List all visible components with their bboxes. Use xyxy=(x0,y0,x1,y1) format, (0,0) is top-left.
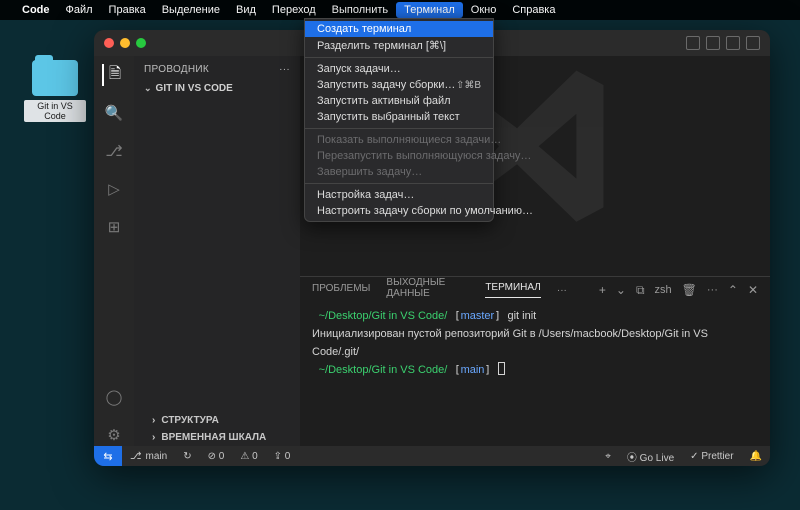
branch-icon: ⎇ xyxy=(130,451,142,462)
sidebar-more-icon[interactable]: ··· xyxy=(279,64,290,75)
sidebar-outline[interactable]: › СТРУКТУРА xyxy=(134,412,300,429)
status-prettier[interactable]: ✓ Prettier xyxy=(682,451,741,462)
tab-output[interactable]: ВЫХОДНЫЕ ДАННЫЕ xyxy=(386,277,469,303)
new-terminal-icon[interactable]: + xyxy=(599,283,606,297)
tab-problems[interactable]: ПРОБЛЕМЫ xyxy=(312,283,370,298)
status-cursor[interactable]: ⌖ xyxy=(597,451,619,462)
menu-terminal[interactable]: Терминал xyxy=(396,2,463,18)
folder-icon xyxy=(32,60,78,96)
sidebar-explorer: ПРОВОДНИК ··· ⌄ GIT IN VS CODE › СТРУКТУ… xyxy=(134,56,300,446)
sidebar-timeline[interactable]: › ВРЕМЕННАЯ ШКАЛА xyxy=(134,429,300,446)
status-bar: ⇆ ⎇ main ↻ ⊘ 0 ⚠ 0 ⇪ 0 ⌖ ⦿ Go Live ✓ Pre… xyxy=(94,446,770,466)
desktop-folder-label: Git in VS Code xyxy=(24,100,86,122)
extensions-icon[interactable]: ⊞ xyxy=(103,216,125,238)
menu-item[interactable]: Настройка задач… xyxy=(305,187,493,203)
menu-file[interactable]: Файл xyxy=(58,2,101,18)
menu-item[interactable]: Разделить терминал [⌘\] xyxy=(305,37,493,54)
menu-item[interactable]: Запуск задачи… xyxy=(305,61,493,77)
new-terminal-dropdown-icon[interactable]: ⌄ xyxy=(616,283,626,297)
menu-selection[interactable]: Выделение xyxy=(154,2,228,18)
close-window-button[interactable] xyxy=(104,38,114,48)
status-ports[interactable]: ⇪ 0 xyxy=(266,451,299,462)
menu-run[interactable]: Выполнить xyxy=(324,2,396,18)
layout-controls xyxy=(686,36,760,50)
menu-item[interactable]: Запустить задачу сборки…⇧⌘B xyxy=(305,77,493,93)
chevron-right-icon: › xyxy=(152,415,155,426)
status-branch[interactable]: ⎇ main xyxy=(122,451,175,462)
menu-view[interactable]: Вид xyxy=(228,2,264,18)
toggle-secondary-icon[interactable] xyxy=(726,36,740,50)
run-debug-icon[interactable]: ▷ xyxy=(103,178,125,200)
close-panel-icon[interactable]: ✕ xyxy=(748,283,758,297)
menu-app[interactable]: Code xyxy=(14,2,58,18)
terminal-menu-dropdown: Создать терминалРазделить терминал [⌘\] З… xyxy=(304,18,494,222)
menu-item[interactable]: Запустить активный файл xyxy=(305,93,493,109)
terminal-content[interactable]: ~/Desktop/Git in VS Code/ [master] git i… xyxy=(300,303,770,446)
terminal-shell-name[interactable]: zsh xyxy=(655,284,672,296)
menu-item[interactable]: Запустить выбранный текст xyxy=(305,109,493,125)
customize-layout-icon[interactable] xyxy=(746,36,760,50)
menu-help[interactable]: Справка xyxy=(504,2,563,18)
desktop-folder[interactable]: Git in VS Code xyxy=(24,60,86,122)
chevron-down-icon: ⌄ xyxy=(144,83,152,94)
zoom-window-button[interactable] xyxy=(136,38,146,48)
menu-item: Показать выполняющиеся задачи… xyxy=(305,132,493,148)
status-sync[interactable]: ↻ xyxy=(175,451,199,462)
toggle-sidebar-icon[interactable] xyxy=(686,36,700,50)
search-icon[interactable]: 🔍 xyxy=(103,102,125,124)
toggle-panel-icon[interactable] xyxy=(706,36,720,50)
accounts-icon[interactable]: ◯ xyxy=(103,386,125,408)
activity-bar: 🗎 🔍 ⎇ ▷ ⊞ ◯ ⚙ xyxy=(94,56,134,446)
menu-item[interactable]: Настроить задачу сборки по умолчанию… xyxy=(305,203,493,219)
tab-terminal[interactable]: ТЕРМИНАЛ xyxy=(485,282,541,298)
sidebar-folder-header[interactable]: ⌄ GIT IN VS CODE xyxy=(134,79,300,98)
sidebar-folder-name: GIT IN VS CODE xyxy=(156,83,233,94)
source-control-icon[interactable]: ⎇ xyxy=(103,140,125,162)
maximize-panel-icon[interactable]: ⌃ xyxy=(728,283,738,297)
status-bell-icon[interactable]: 🔔 xyxy=(742,451,770,462)
status-golive[interactable]: ⦿ Go Live xyxy=(619,449,682,464)
panel: ПРОБЛЕМЫ ВЫХОДНЫЕ ДАННЫЕ ТЕРМИНАЛ ··· + … xyxy=(300,276,770,446)
mac-menubar: Code Файл Правка Выделение Вид Переход В… xyxy=(0,0,800,20)
menu-item[interactable]: Создать терминал xyxy=(305,21,493,37)
minimize-window-button[interactable] xyxy=(120,38,130,48)
kill-terminal-icon[interactable]: 🗑 xyxy=(682,283,697,297)
remote-indicator[interactable]: ⇆ xyxy=(94,446,122,466)
chevron-right-icon: › xyxy=(152,432,155,443)
terminal-profile-icon: ⧉ xyxy=(636,283,645,298)
explorer-icon[interactable]: 🗎 xyxy=(102,64,124,86)
menu-item: Завершить задачу… xyxy=(305,164,493,180)
sidebar-title: ПРОВОДНИК xyxy=(144,64,209,75)
panel-more-icon[interactable]: ··· xyxy=(707,284,718,296)
menu-go[interactable]: Переход xyxy=(264,2,324,18)
traffic-lights xyxy=(104,38,146,48)
menu-item: Перезапустить выполняющуюся задачу… xyxy=(305,148,493,164)
menu-window[interactable]: Окно xyxy=(463,2,505,18)
panel-tabs-more[interactable]: ··· xyxy=(557,285,567,296)
status-errors[interactable]: ⊘ 0 xyxy=(200,451,233,462)
menu-edit[interactable]: Правка xyxy=(101,2,154,18)
panel-tabs: ПРОБЛЕМЫ ВЫХОДНЫЕ ДАННЫЕ ТЕРМИНАЛ ··· + … xyxy=(300,277,770,303)
settings-gear-icon[interactable]: ⚙ xyxy=(103,424,125,446)
status-warnings[interactable]: ⚠ 0 xyxy=(232,451,265,462)
